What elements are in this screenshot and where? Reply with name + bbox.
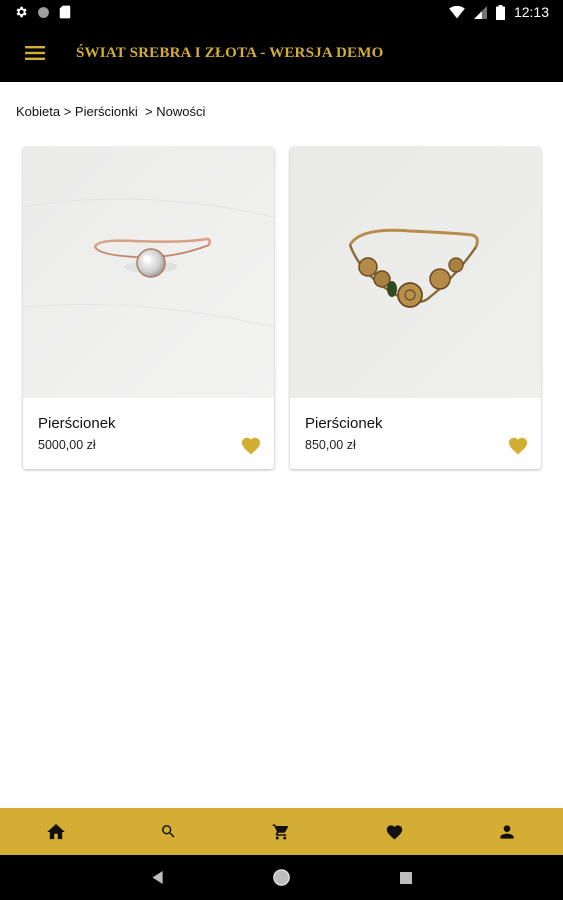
status-bar: 12:13: [0, 0, 563, 24]
home-system-button[interactable]: [270, 866, 294, 890]
search-icon: [162, 825, 175, 838]
signal-icon: [473, 5, 487, 19]
app-bar: ŚWIAT SREBRA I ZŁOTA - WERSJA DEMO: [0, 24, 563, 82]
clock: 12:13: [513, 4, 549, 20]
status-indicators: 12:13: [449, 4, 549, 20]
circle-icon: [38, 6, 49, 18]
bottom-nav: [0, 808, 563, 855]
hamburger-icon: [25, 46, 45, 60]
nav-home[interactable]: [26, 808, 86, 855]
settings-icon: [16, 6, 27, 18]
product-price: 5000,00 zł: [38, 438, 96, 452]
product-image: [290, 147, 541, 398]
sd-card-icon: [59, 5, 71, 19]
heart-icon[interactable]: [507, 435, 529, 455]
product-card[interactable]: Pierścionek 850,00 zł: [290, 147, 541, 469]
nav-favorites[interactable]: [364, 808, 424, 855]
heart-icon[interactable]: [240, 435, 262, 455]
favorites-icon: [386, 825, 402, 840]
app-title: ŚWIAT SREBRA I ZŁOTA - WERSJA DEMO: [76, 44, 384, 61]
cart-icon: [273, 824, 289, 839]
back-button[interactable]: [146, 866, 170, 890]
home-icon: [47, 823, 66, 839]
home-circle-icon: [273, 869, 290, 886]
breadcrumb-separator: >: [137, 104, 157, 119]
product-card[interactable]: Pierścionek 5000,00 zł: [23, 147, 274, 469]
breadcrumb-separator: >: [60, 104, 75, 119]
product-price: 850,00 zł: [305, 438, 356, 452]
wifi-icon: [449, 5, 465, 18]
nav-cart[interactable]: [251, 808, 311, 855]
breadcrumb-item-nowosci[interactable]: Nowości: [156, 104, 205, 119]
menu-button[interactable]: [0, 24, 70, 82]
back-icon: [151, 871, 163, 884]
battery-icon: [495, 4, 505, 20]
recents-button[interactable]: [394, 866, 418, 890]
status-notifications: [14, 5, 71, 19]
breadcrumb: Kobieta > Pierścionki > Nowości: [16, 104, 205, 119]
product-name: Pierścionek: [305, 415, 383, 432]
system-nav-bar: [0, 855, 563, 900]
breadcrumb-item-pierscionki[interactable]: Pierścionki: [75, 104, 138, 119]
product-image: [23, 147, 274, 398]
nav-search[interactable]: [139, 808, 199, 855]
nav-account[interactable]: [477, 808, 537, 855]
product-name: Pierścionek: [38, 415, 116, 432]
recents-icon: [399, 871, 412, 884]
account-icon: [500, 824, 514, 839]
breadcrumb-item-kobieta[interactable]: Kobieta: [16, 104, 60, 119]
